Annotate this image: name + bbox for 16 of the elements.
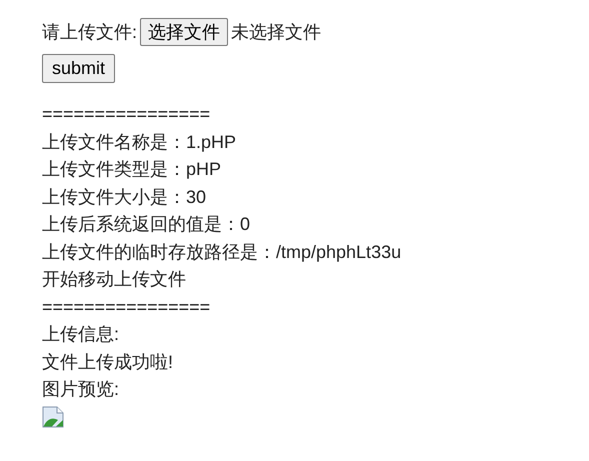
output-text: 上传后系统返回的值是：0 (42, 214, 250, 234)
broken-image-icon (42, 406, 64, 428)
file-status: 未选择文件 (231, 21, 322, 44)
separator-line: ================ (42, 104, 210, 124)
output-text: 图片预览: (42, 379, 120, 399)
output-text: 上传信息: (42, 324, 120, 344)
submit-button[interactable]: submit (42, 54, 116, 83)
upload-label: 请上传文件: (42, 21, 138, 44)
output-text: 上传文件类型是：pHP (42, 159, 222, 179)
output-text: 开始移动上传文件 (42, 269, 186, 289)
separator-line: ================ (42, 296, 210, 316)
choose-file-button[interactable]: 选择文件 (140, 18, 228, 46)
output-text: 上传文件的临时存放路径是：/tmp/phphLt33u (42, 242, 402, 262)
output-text: 上传文件名称是：1.pHP (42, 132, 236, 152)
output-text: 文件上传成功啦! (42, 352, 174, 372)
output-text: 上传文件大小是：30 (42, 186, 206, 206)
